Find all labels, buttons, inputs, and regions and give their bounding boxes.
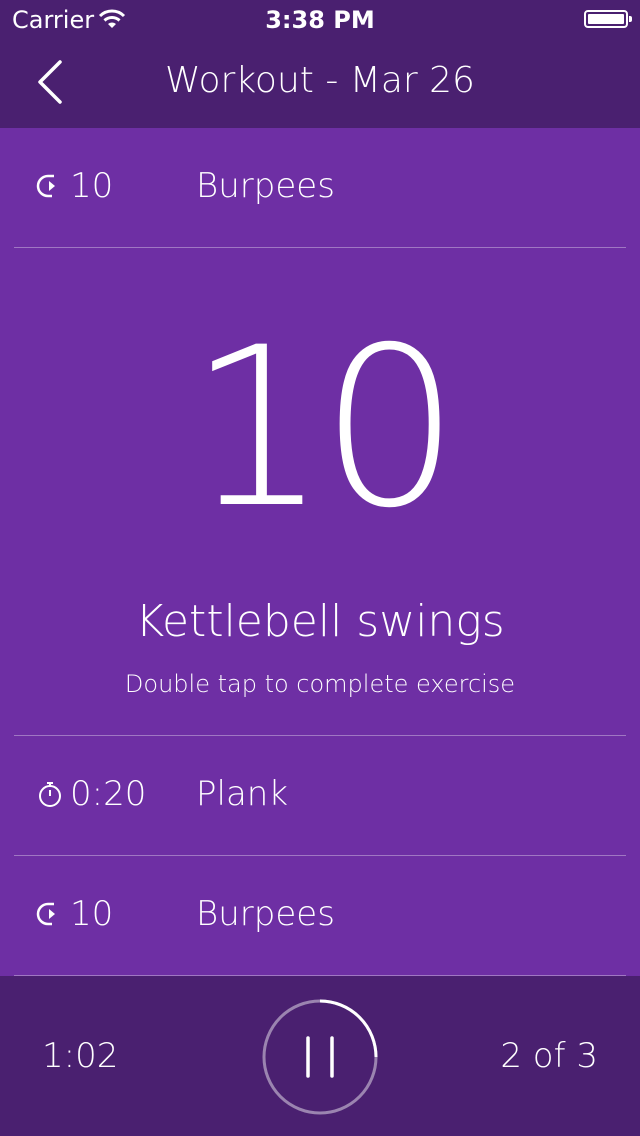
- divider: [14, 247, 626, 248]
- clock: 3:38 PM: [265, 6, 375, 34]
- footer-bar: 1:02 2 of 3: [0, 976, 640, 1136]
- stopwatch-icon: [36, 780, 64, 808]
- exercise-value: 10: [70, 894, 114, 934]
- page-title: Workout - Mar 26: [165, 60, 475, 101]
- reps-icon: [36, 172, 64, 200]
- exercise-name: Burpees: [196, 166, 335, 206]
- exercise-row-previous[interactable]: 10 Burpees: [0, 128, 640, 248]
- current-exercise-name: Kettlebell swings: [135, 596, 505, 647]
- reps-icon: [36, 900, 64, 928]
- exercise-row-next[interactable]: 0:20 Plank: [0, 736, 640, 856]
- workout-progress: 2 of 3: [500, 1036, 598, 1076]
- elapsed-time: 1:02: [42, 1036, 119, 1076]
- exercise-value: 10: [70, 166, 114, 206]
- pause-button[interactable]: [261, 998, 379, 1116]
- exercise-name: Plank: [196, 774, 289, 814]
- exercise-row-next[interactable]: 10 Burpees: [0, 856, 640, 976]
- status-bar: Carrier 3:38 PM: [0, 0, 640, 40]
- current-count: 10: [188, 300, 460, 556]
- exercise-value: 0:20: [70, 774, 147, 814]
- current-exercise-hint: Double tap to complete exercise: [124, 670, 516, 698]
- exercise-name: Burpees: [196, 894, 335, 934]
- header: Carrier 3:38 PM Workout - Mar 26: [0, 0, 640, 128]
- pause-icon: [262, 999, 378, 1115]
- battery-icon: [584, 10, 632, 28]
